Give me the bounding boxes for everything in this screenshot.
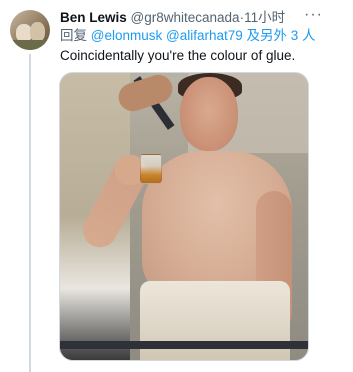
thread-line bbox=[29, 54, 31, 372]
tweet[interactable]: Ben Lewis @gr8whitecanada·11小时 ··· 回复 @e… bbox=[0, 0, 353, 372]
reply-prefix: 回复 bbox=[60, 28, 87, 43]
tweet-timestamp[interactable]: 11小时 bbox=[244, 10, 285, 25]
avatar-background bbox=[10, 40, 50, 50]
tweet-text: Coincidentally you're the colour of glue… bbox=[60, 48, 296, 63]
tweet-header: Ben Lewis @gr8whitecanada·11小时 bbox=[60, 9, 285, 26]
author-handle[interactable]: @gr8whitecanada bbox=[131, 10, 240, 25]
author-name[interactable]: Ben Lewis bbox=[60, 10, 127, 25]
tweet-action-bar bbox=[60, 362, 310, 372]
reply-others-link[interactable]: 及另外 3 人 bbox=[247, 28, 316, 43]
mention-link[interactable]: @alifarhat79 bbox=[166, 28, 243, 43]
replying-to: 回复 @elonmusk @alifarhat79 及另外 3 人 bbox=[60, 27, 316, 44]
more-options-icon[interactable]: ··· bbox=[304, 6, 323, 24]
mention-link[interactable]: @elonmusk bbox=[91, 28, 162, 43]
photo-railing bbox=[60, 341, 308, 349]
photo-subject-head bbox=[180, 77, 238, 151]
avatar-dog-image bbox=[30, 22, 45, 42]
tweet-photo[interactable] bbox=[59, 72, 309, 361]
author-avatar[interactable] bbox=[10, 10, 50, 50]
photo-drink-glass bbox=[140, 154, 162, 184]
photo-towel bbox=[140, 281, 290, 360]
